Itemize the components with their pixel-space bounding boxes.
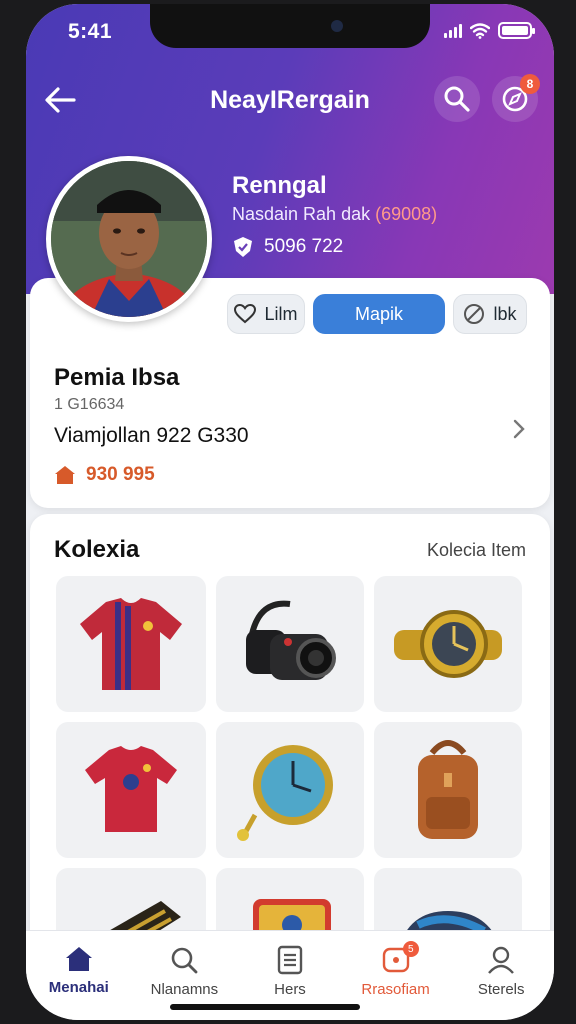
info-id: 1 G16634 xyxy=(54,396,125,413)
collection-item-clock[interactable] xyxy=(216,722,364,858)
primary-action-button[interactable]: Mapik xyxy=(313,294,445,334)
info-price: 930 995 xyxy=(54,464,155,486)
search-button[interactable] xyxy=(434,76,480,122)
block-icon xyxy=(464,304,485,324)
collection-item-jersey[interactable] xyxy=(56,576,206,712)
like-button[interactable]: Lilm xyxy=(227,294,305,334)
list-icon xyxy=(277,945,303,975)
info-line[interactable]: Viamjollan 922 G330 xyxy=(54,424,249,448)
tab-profile[interactable]: Sterels xyxy=(448,931,554,1020)
signal-icon xyxy=(444,23,462,38)
info-price-value: 930 995 xyxy=(86,464,155,485)
avatar-portrait xyxy=(51,161,207,317)
home-indicator xyxy=(170,1004,360,1010)
watch-icon xyxy=(394,610,502,678)
collection-item-watch[interactable] xyxy=(374,576,522,712)
action-buttons: Lilm Mapik lbk xyxy=(227,294,527,334)
phone-frame: 5:41 NeayIRergain 8 Renngal Nasdain Rah … xyxy=(0,0,576,1024)
profile-name: Renngal xyxy=(232,172,327,199)
status-icons xyxy=(444,22,535,39)
tab-label: Nlanamns xyxy=(150,981,219,998)
collection-title: Kolexia xyxy=(54,536,140,563)
tab-home[interactable]: Menahai xyxy=(26,931,132,1020)
collection-item-backpack[interactable] xyxy=(374,722,522,858)
avatar[interactable] xyxy=(46,156,212,322)
profile-stat-value: 5096 722 xyxy=(264,236,344,257)
profile-subtitle-code: (69008) xyxy=(375,204,438,224)
jersey-icon xyxy=(85,746,177,832)
notification-badge: 8 xyxy=(520,74,540,94)
notch xyxy=(150,4,430,48)
chevron-right-icon[interactable] xyxy=(512,418,526,440)
compass-button[interactable]: 8 xyxy=(492,74,540,122)
collection-link[interactable]: Kolecia Item xyxy=(427,540,526,561)
search-icon xyxy=(444,86,470,112)
tab-label: Sterels xyxy=(477,981,525,998)
front-camera xyxy=(331,20,343,32)
wifi-icon xyxy=(470,22,490,39)
tab-badge: 5 xyxy=(402,941,419,957)
shield-check-icon xyxy=(234,237,252,257)
tab-label: Menahai xyxy=(48,979,109,996)
clock-icon xyxy=(237,745,333,841)
camera-icon xyxy=(246,600,336,680)
primary-action-label: Mapik xyxy=(354,303,403,324)
block-button[interactable]: lbk xyxy=(453,294,527,334)
app-screen: 5:41 NeayIRergain 8 Renngal Nasdain Rah … xyxy=(26,4,554,1020)
like-label: Lilm xyxy=(264,303,298,324)
collection-item-camera[interactable] xyxy=(216,576,364,712)
profile-subtitle-text: Nasdain Rah dak xyxy=(232,204,371,224)
top-nav: NeayIRergain 8 xyxy=(26,72,554,128)
collection-item-jersey-2[interactable] xyxy=(56,722,206,858)
home-icon xyxy=(65,947,92,971)
jersey-icon xyxy=(80,598,182,690)
search-icon xyxy=(172,947,198,974)
profile-icon xyxy=(488,946,515,974)
tab-label: Rrasofiam xyxy=(361,981,430,998)
block-label: lbk xyxy=(493,303,517,324)
tab-label: Hers xyxy=(274,981,306,998)
backpack-icon xyxy=(418,740,478,839)
status-time: 5:41 xyxy=(68,20,113,43)
heart-icon xyxy=(234,304,257,324)
profile-stat: 5096 722 xyxy=(232,236,343,258)
info-name: Pemia Ibsa xyxy=(54,364,180,391)
collection-card: Kolexia Kolecia Item xyxy=(30,514,550,1004)
profile-subtitle: Nasdain Rah dak (69008) xyxy=(232,204,437,225)
home-tag-icon xyxy=(55,466,75,484)
battery-icon xyxy=(498,22,535,39)
